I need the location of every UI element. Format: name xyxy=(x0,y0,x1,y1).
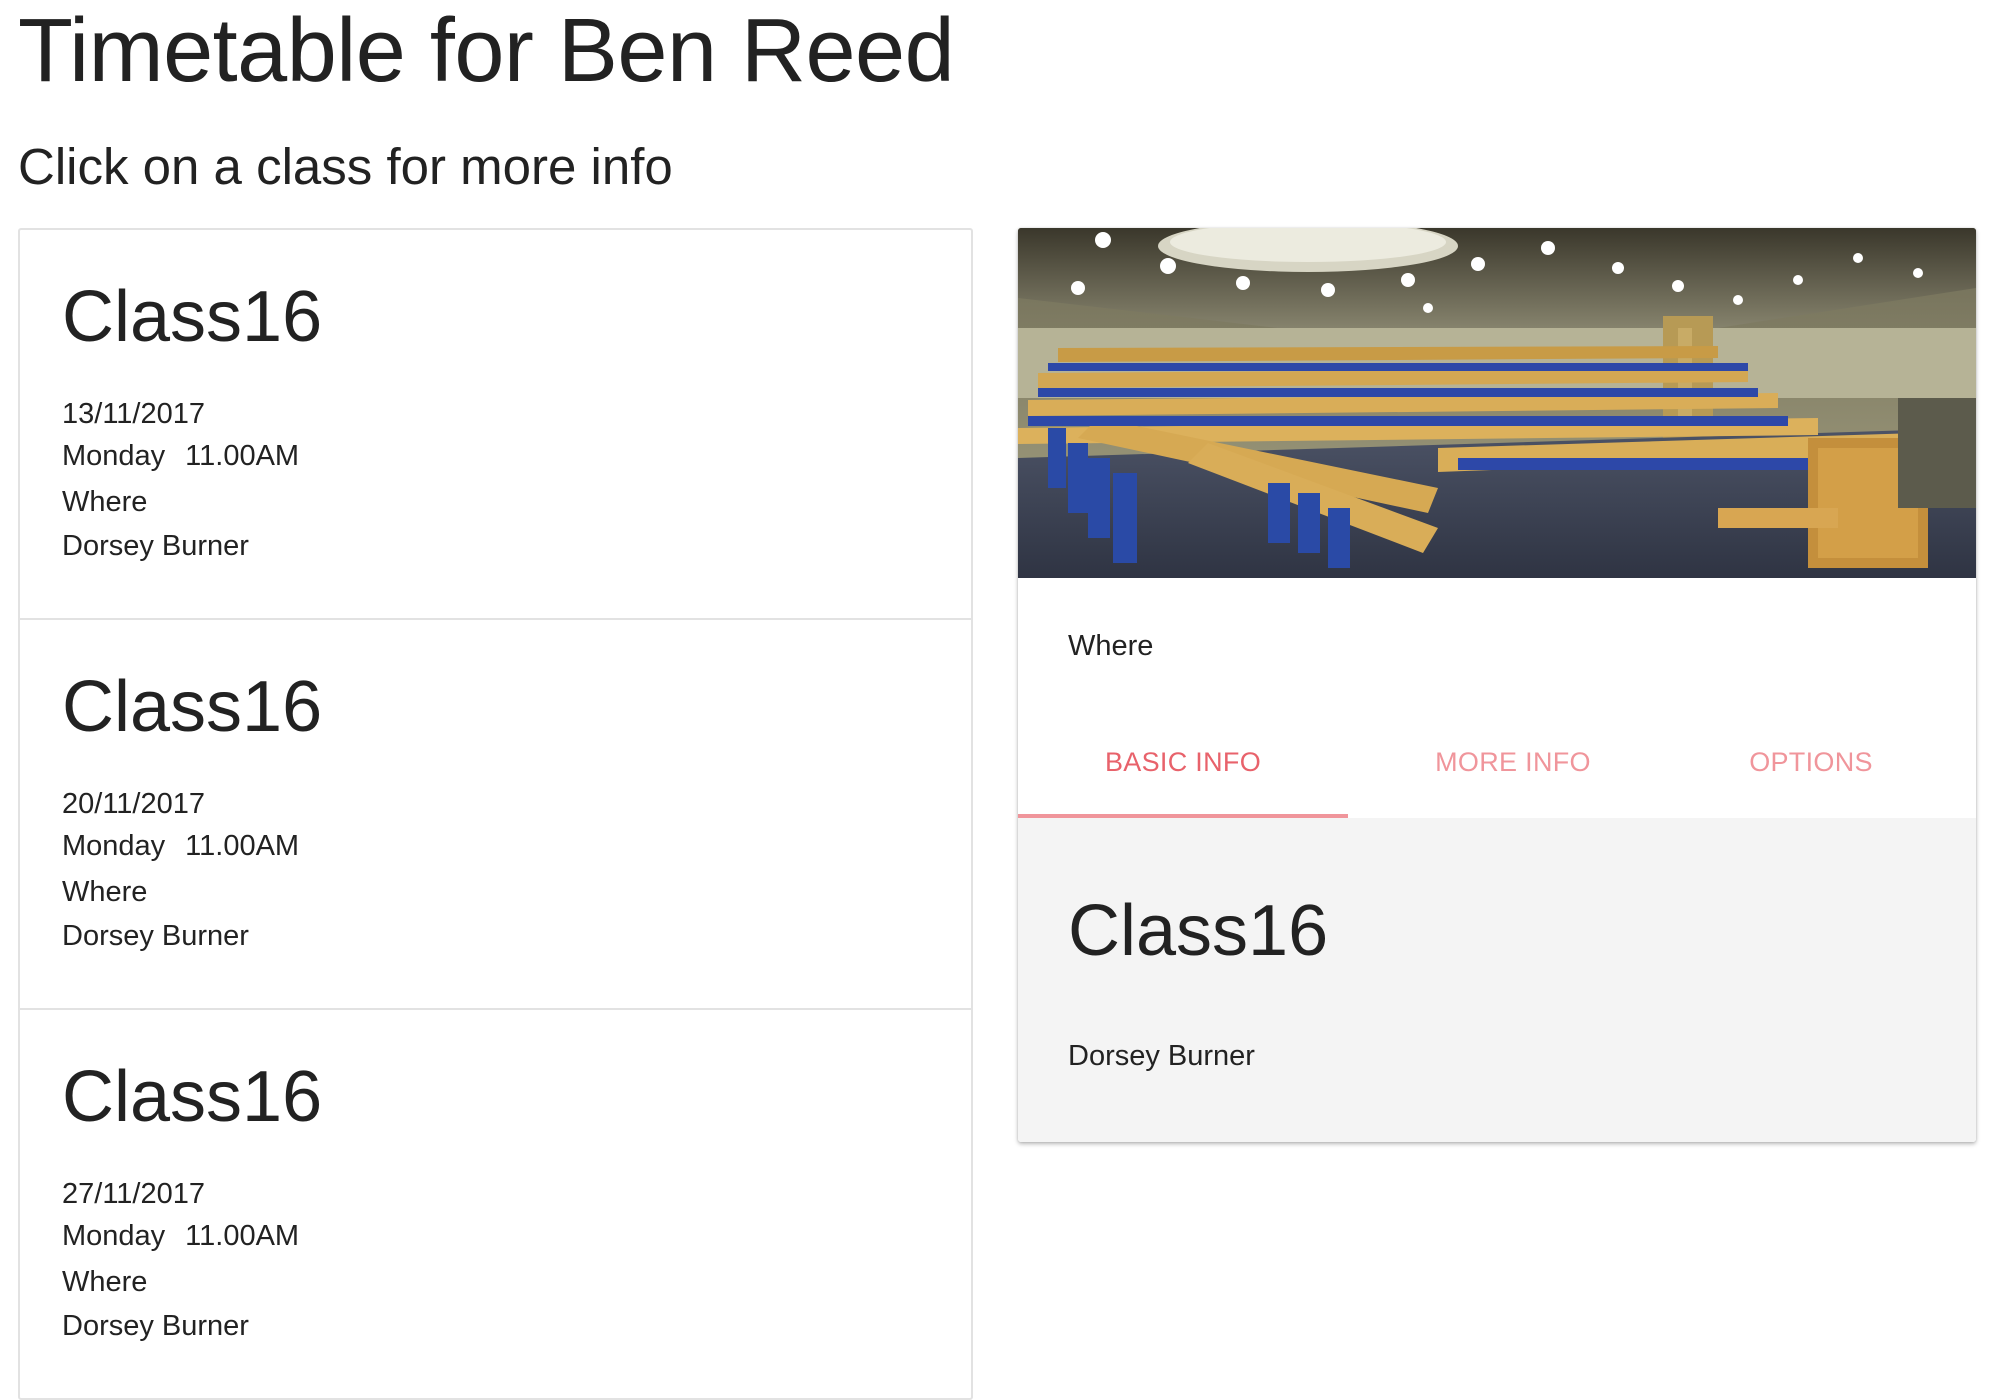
class-time: 11.00AM xyxy=(185,1220,300,1252)
class-time: 11.00AM xyxy=(185,440,300,472)
class-teacher: Dorsey Burner xyxy=(62,530,249,562)
class-teacher: Dorsey Burner xyxy=(62,1310,249,1342)
tab-panel-basic-info: Class16 Dorsey Burner xyxy=(1018,818,1976,1142)
class-card[interactable]: Class16 27/11/2017 Monday 11.00AM Where D… xyxy=(20,1010,971,1400)
class-day: Monday xyxy=(62,1220,166,1252)
class-card[interactable]: Class16 20/11/2017 Monday 11.00AM Where D… xyxy=(20,620,971,1010)
class-day-time: Monday 11.00AM xyxy=(62,440,299,473)
class-where: Where xyxy=(62,876,148,908)
detail-where: Where xyxy=(1068,630,1154,662)
class-title: Class16 xyxy=(62,1057,323,1137)
class-card[interactable]: Class16 13/11/2017 Monday 11.00AM Where D… xyxy=(20,230,971,620)
class-day-time: Monday 11.00AM xyxy=(62,830,299,863)
panel-class-title: Class16 xyxy=(1068,891,1329,971)
tab-options[interactable]: OPTIONS xyxy=(1646,708,1976,816)
class-where: Where xyxy=(62,486,148,518)
class-day-time: Monday 11.00AM xyxy=(62,1220,299,1253)
class-day: Monday xyxy=(62,440,166,472)
class-title: Class16 xyxy=(62,667,323,747)
class-date: 20/11/2017 xyxy=(62,788,205,820)
class-where: Where xyxy=(62,1266,148,1298)
page: Timetable for Ben Reed Click on a class … xyxy=(0,0,1992,1400)
page-title: Timetable for Ben Reed xyxy=(18,1,955,101)
page-subtitle: Click on a class for more info xyxy=(18,138,673,195)
class-title: Class16 xyxy=(62,277,323,357)
class-date: 13/11/2017 xyxy=(62,398,205,430)
class-list: Class16 13/11/2017 Monday 11.00AM Where D… xyxy=(18,228,973,1400)
class-time: 11.00AM xyxy=(185,830,300,862)
panel-teacher: Dorsey Burner xyxy=(1068,1040,1255,1072)
class-date: 27/11/2017 xyxy=(62,1178,205,1210)
tab-basic-info[interactable]: BASIC INFO xyxy=(1018,708,1348,816)
class-teacher: Dorsey Burner xyxy=(62,920,249,952)
class-detail-card: Where BASIC INFO MORE INFO OPTIONS Class… xyxy=(1018,228,1976,1142)
class-day: Monday xyxy=(62,830,166,862)
lecture-hall-image xyxy=(1018,228,1976,578)
tab-more-info[interactable]: MORE INFO xyxy=(1348,708,1678,816)
